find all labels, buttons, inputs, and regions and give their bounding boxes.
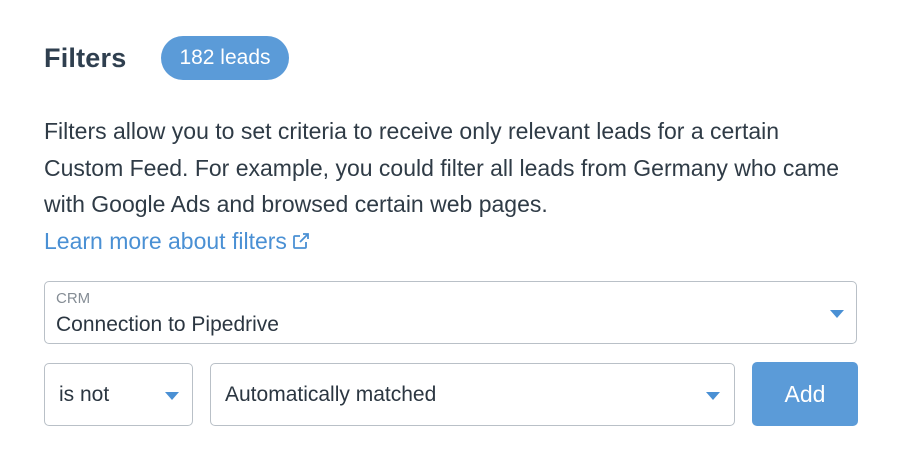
operator-select-value: is not bbox=[59, 383, 110, 406]
crm-select-value: Connection to Pipedrive bbox=[56, 313, 279, 336]
chevron-down-icon bbox=[165, 392, 179, 400]
filters-header: Filters 182 leads bbox=[44, 36, 289, 80]
external-link-icon bbox=[293, 232, 309, 249]
page-title: Filters bbox=[44, 42, 127, 73]
chevron-down-icon bbox=[706, 392, 720, 400]
chevron-down-icon bbox=[830, 310, 844, 318]
operator-select[interactable]: is not bbox=[44, 363, 193, 426]
filters-panel: Filters 182 leads Filters allow you to s… bbox=[0, 0, 900, 451]
add-button[interactable]: Add bbox=[752, 362, 858, 426]
learn-more-label: Learn more about filters bbox=[44, 227, 287, 254]
crm-select[interactable]: CRM Connection to Pipedrive bbox=[44, 281, 857, 344]
filters-description: Filters allow you to set criteria to rec… bbox=[44, 113, 864, 259]
leads-count-badge: 182 leads bbox=[161, 36, 289, 80]
value-select-value: Automatically matched bbox=[225, 383, 437, 406]
value-select[interactable]: Automatically matched bbox=[210, 363, 735, 426]
crm-select-label: CRM bbox=[56, 290, 91, 307]
description-text: Filters allow you to set criteria to rec… bbox=[44, 118, 840, 217]
learn-more-link[interactable]: Learn more about filters bbox=[44, 223, 311, 260]
